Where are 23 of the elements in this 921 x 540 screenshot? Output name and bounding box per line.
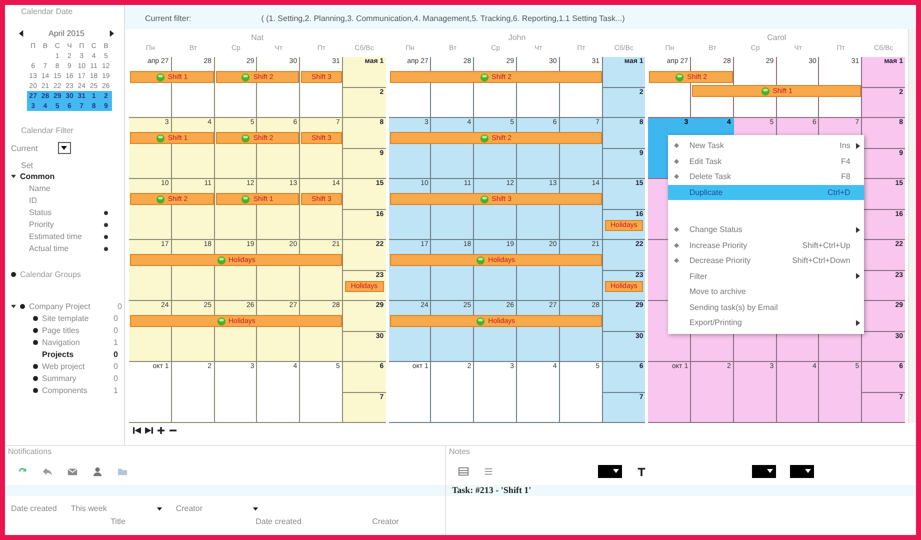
panel-title: Notes: [448, 446, 471, 458]
item-count: 1: [114, 338, 118, 347]
filter-label: Current filter:: [145, 14, 192, 22]
panel-title: Calendar Groups: [20, 270, 81, 279]
group-name: John: [507, 33, 527, 44]
month-label: April 2015: [48, 29, 85, 38]
item-count: 0: [114, 314, 118, 323]
panel-title: Calendar Filter: [20, 126, 74, 135]
task-title: Task: #213 - 'Shift 1': [451, 485, 532, 495]
item-count: 0: [114, 362, 118, 371]
item-count: 0: [114, 374, 118, 383]
filter-value: ( (1. Setting,2. Planning,3. Communication,4. Management,5. Tracking,6. Reporting,1.1 Setting Task...): [261, 14, 625, 22]
filter-label: Date created: [11, 504, 57, 513]
group-name: Carol: [766, 33, 788, 44]
current-label: Current: [11, 144, 38, 152]
set-label: Set: [20, 161, 34, 170]
item-count: 0: [118, 302, 122, 311]
item-count: 1: [114, 386, 118, 395]
panel-title: Notifications: [7, 446, 53, 458]
panel-title: Calendar Date: [20, 7, 74, 16]
group-name: Nat: [250, 33, 265, 44]
item-count: 0: [114, 326, 118, 335]
item-count: 0: [114, 350, 118, 359]
